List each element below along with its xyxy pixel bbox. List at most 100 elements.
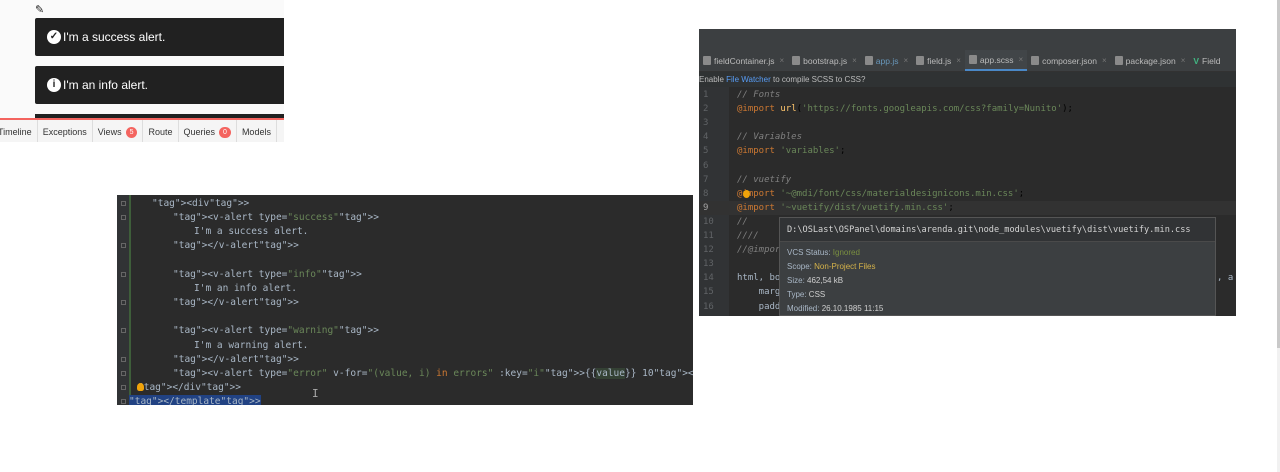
- browser-preview: ✎ ✓ I'm a success alert. i I'm an info a…: [0, 0, 284, 142]
- code-line[interactable]: "tag"><div"tag">>: [152, 197, 249, 211]
- fold-marker-icon[interactable]: [121, 370, 126, 376]
- line-number: 16: [703, 301, 714, 312]
- type-label: Type:: [787, 290, 809, 299]
- fold-marker-icon[interactable]: [121, 300, 126, 306]
- code-line[interactable]: 8 @import '~@mdi/font/css/materialdesigni…: [699, 187, 1236, 201]
- code-line[interactable]: 9 @import '~vuetify/dist/vuetify.min.css'…: [699, 200, 1236, 215]
- banner-suffix: to compile SCSS to CSS?: [770, 75, 866, 84]
- count-badge: 5: [125, 126, 138, 138]
- success-alert: ✓ I'm a success alert.: [35, 18, 284, 56]
- tooltip-modified: Modified: 26.10.1985 11:15: [787, 304, 883, 313]
- file-icon: [916, 56, 925, 65]
- code-line[interactable]: I'm a warning alert.: [194, 339, 308, 353]
- editor-tab-label: package.json: [1125, 55, 1176, 66]
- close-icon[interactable]: ×: [779, 56, 784, 65]
- file-watcher-link[interactable]: File Watcher: [726, 75, 771, 84]
- code-line[interactable]: I'm an info alert.: [194, 282, 297, 296]
- code-line[interactable]: "tag"></template"tag">>: [129, 395, 261, 405]
- text-cursor-icon: I: [312, 387, 319, 400]
- editor-tab-app-js[interactable]: app.js ×: [861, 50, 912, 71]
- debugbar-tab-models[interactable]: Models: [237, 120, 277, 142]
- editor-tab-app-scss[interactable]: app.scss ×: [964, 50, 1028, 71]
- code-text: //@impor: [737, 245, 781, 256]
- code-line[interactable]: "tag"><v-alert type="info""tag">>: [173, 268, 362, 282]
- code-line[interactable]: 7 // vuetify: [699, 173, 1236, 187]
- vcs-label: VCS Status:: [787, 248, 833, 257]
- vcs-value: Ignored: [832, 248, 860, 257]
- close-icon[interactable]: ×: [1181, 56, 1186, 65]
- editor-tab-fieldcontainer-js[interactable]: fieldContainer.js ×: [699, 50, 788, 71]
- file-icon: [703, 56, 711, 65]
- modified-value: 26.10.1985 11:15: [821, 304, 884, 313]
- ide-window: fieldContainer.js × bootstrap.js × app.js × fi…: [699, 29, 1236, 316]
- fold-marker-icon[interactable]: [121, 399, 126, 405]
- debugbar-tab-timeline[interactable]: Timeline: [0, 120, 38, 142]
- file-watcher-banner: Enable File Watcher to compile SCSS to C…: [699, 72, 1236, 87]
- file-icon: [864, 56, 873, 65]
- fold-marker-icon[interactable]: [121, 328, 126, 334]
- close-icon[interactable]: ×: [1102, 56, 1107, 65]
- code-text: // vuetify: [737, 174, 792, 185]
- editor-tab-field-js[interactable]: field.js ×: [912, 50, 965, 71]
- fold-marker-icon[interactable]: [121, 215, 126, 221]
- close-icon[interactable]: ×: [1018, 55, 1023, 64]
- indent-guide: [129, 195, 131, 405]
- code-line[interactable]: "tag"></v-alert"tag">>: [173, 353, 299, 367]
- editor-tab-label: app.scss: [979, 54, 1014, 65]
- file-icon: [1031, 56, 1040, 65]
- pencil-icon[interactable]: ✎: [35, 4, 47, 16]
- editor-tab-field[interactable]: V Field: [1189, 50, 1224, 71]
- modified-label: Modified:: [787, 304, 822, 313]
- code-text: @import '~@mdi/font/css/materialdesignic…: [737, 188, 1025, 199]
- tooltip-size: Size: 462,54 kB: [787, 276, 843, 285]
- code-line[interactable]: 5 @import 'variables';: [699, 144, 1236, 158]
- fold-marker-icon[interactable]: [121, 384, 126, 390]
- code-line[interactable]: 2 @import url('https://fonts.googleapis.c…: [699, 102, 1236, 116]
- fold-marker-icon[interactable]: [121, 243, 126, 249]
- ide-toolbar: [699, 29, 1236, 50]
- code-line[interactable]: "tag"></v-alert"tag">>: [173, 296, 299, 310]
- code-text: @import url('https://fonts.googleapis.co…: [737, 104, 1073, 115]
- line-number: 15: [703, 287, 714, 298]
- fold-marker-icon[interactable]: [121, 271, 126, 277]
- code-line[interactable]: "tag"><v-alert type="success""tag">>: [173, 211, 379, 225]
- editor-tab-bootstrap-js[interactable]: bootstrap.js ×: [788, 50, 861, 71]
- code-line[interactable]: "tag"></v-alert"tag">>: [173, 239, 299, 253]
- tooltip-path: D:\OSLast\OSPanel\domains\arenda.git\nod…: [780, 218, 1215, 242]
- fold-marker-icon[interactable]: [121, 356, 126, 362]
- editor-tab-label: composer.json: [1042, 55, 1097, 66]
- fold-marker-icon[interactable]: [121, 201, 126, 206]
- template-editor[interactable]: "tag"><div"tag">> "tag"><v-alert type="su…: [117, 195, 693, 405]
- file-icon: [1114, 56, 1123, 65]
- editor-tabs: fieldContainer.js × bootstrap.js × app.js × fi…: [699, 50, 1236, 72]
- code-line[interactable]: "tag"><v-alert type="error" v-for="(valu…: [173, 367, 693, 381]
- code-line[interactable]: 1 // Fonts: [699, 88, 1236, 102]
- editor-tab-label: field.js: [927, 55, 952, 66]
- line-number: 11: [703, 231, 714, 241]
- close-icon[interactable]: ×: [956, 56, 961, 65]
- code-line[interactable]: 4 // Variables: [699, 130, 1236, 144]
- code-line[interactable]: 6: [699, 159, 1236, 173]
- code-line[interactable]: 3: [699, 116, 1236, 130]
- code-line[interactable]: "tag"><v-alert type="warning""tag">>: [173, 324, 379, 338]
- code-text: ////: [737, 231, 759, 241]
- code-text: html, bo: [737, 273, 781, 284]
- debugbar-tab-exceptions[interactable]: Exceptions: [38, 120, 93, 142]
- code-overflow-text: , a: [1217, 273, 1234, 284]
- lightbulb-icon[interactable]: [743, 190, 750, 198]
- debugbar-tab-label: Exceptions: [42, 127, 87, 137]
- editor-tab-package-json[interactable]: package.json ×: [1111, 50, 1190, 71]
- code-line[interactable]: I'm a success alert.: [194, 225, 308, 239]
- count-badge: 0: [219, 126, 231, 138]
- editor-tab-label: bootstrap.js: [803, 55, 848, 66]
- debugbar-tab-queries[interactable]: Queries 0: [179, 120, 237, 142]
- editor-tab-composer-json[interactable]: composer.json ×: [1027, 50, 1110, 71]
- lightbulb-icon[interactable]: [137, 383, 144, 391]
- debugbar-tab-route[interactable]: Route: [143, 120, 179, 142]
- debugbar-tab-views[interactable]: Views 5: [93, 120, 144, 142]
- close-icon[interactable]: ×: [852, 56, 857, 65]
- debugbar: Timeline Exceptions Views 5 Route Queries 0 Mod…: [0, 118, 284, 142]
- code-line[interactable]: "tag"></div"tag">>: [138, 381, 241, 395]
- tooltip-type: Type: CSS: [787, 290, 825, 299]
- close-icon[interactable]: ×: [903, 56, 908, 65]
